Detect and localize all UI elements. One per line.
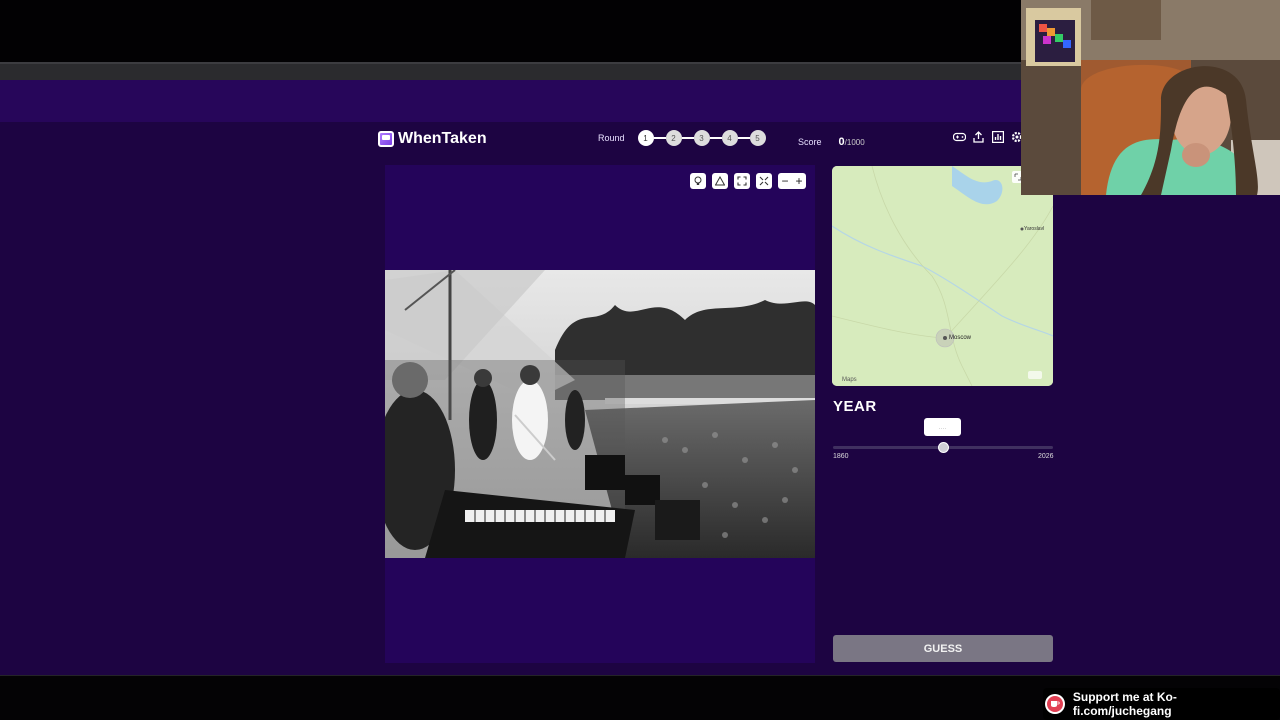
fullscreen-icon[interactable] <box>756 173 772 189</box>
year-slider-thumb[interactable] <box>938 442 949 453</box>
score-display: 0/1000 <box>839 132 865 150</box>
header-icons <box>953 130 1023 144</box>
round-dot-2: 2 <box>665 130 682 146</box>
webcam-overlay <box>1021 0 1280 195</box>
logo-text: WhenTaken <box>398 130 487 147</box>
round-link <box>681 137 694 139</box>
share-icon[interactable] <box>972 130 985 144</box>
triangle-icon[interactable] <box>712 173 728 189</box>
round-link <box>653 137 666 139</box>
gamepad-icon[interactable] <box>953 130 966 144</box>
round-dot-1: 1 <box>637 130 654 146</box>
support-text: Support me at Ko-fi.com/juchegang <box>1072 690 1177 718</box>
zoom-in-button[interactable]: + <box>792 173 806 189</box>
guess-map[interactable]: Yaroslavl Moscow Maps <box>832 166 1053 386</box>
support-banner[interactable]: Support me at Ko-fi.com/juchegang <box>1043 688 1280 720</box>
year-title: YEAR <box>833 398 877 415</box>
map-label-moscow: Moscow <box>949 335 972 341</box>
round-indicator: Round 1 2 3 4 5 <box>598 130 766 146</box>
year-slider-min: 1860 <box>833 453 849 460</box>
round-link <box>737 137 750 139</box>
year-slider[interactable] <box>833 442 1053 453</box>
guess-button[interactable]: GUESS <box>833 635 1053 662</box>
score-indicator: Score 0/1000 <box>798 132 865 150</box>
round-dot-4: 4 <box>721 130 738 146</box>
year-slider-max: 2026 <box>1038 453 1054 460</box>
photo-toolbar: − + <box>690 173 806 189</box>
logo-icon <box>378 131 394 147</box>
round-label: Round <box>598 133 625 143</box>
kofi-cup-icon <box>1045 694 1065 714</box>
round-dot-3: 3 <box>693 130 710 146</box>
logo[interactable]: WhenTaken <box>378 130 487 148</box>
round-link <box>709 137 722 139</box>
round-dot-5: 5 <box>749 130 766 146</box>
zoom-out-button[interactable]: − <box>778 173 792 189</box>
game-header: WhenTaken Round 1 2 3 4 5 Score 0/1000 <box>378 124 1028 154</box>
map-label-yaroslavl: Yaroslavl <box>1024 226 1044 232</box>
concert-photo[interactable] <box>385 270 815 558</box>
zoom-controls: − + <box>778 173 806 189</box>
expand-icon[interactable] <box>734 173 750 189</box>
hint-icon[interactable] <box>690 173 706 189</box>
stats-icon[interactable] <box>991 130 1004 144</box>
score-label: Score <box>798 137 822 147</box>
map-attribution: Maps <box>842 377 857 383</box>
score-max: /1000 <box>844 138 865 147</box>
round-dots: 1 2 3 4 5 <box>637 130 766 146</box>
year-value-bubble: .... <box>924 418 961 436</box>
